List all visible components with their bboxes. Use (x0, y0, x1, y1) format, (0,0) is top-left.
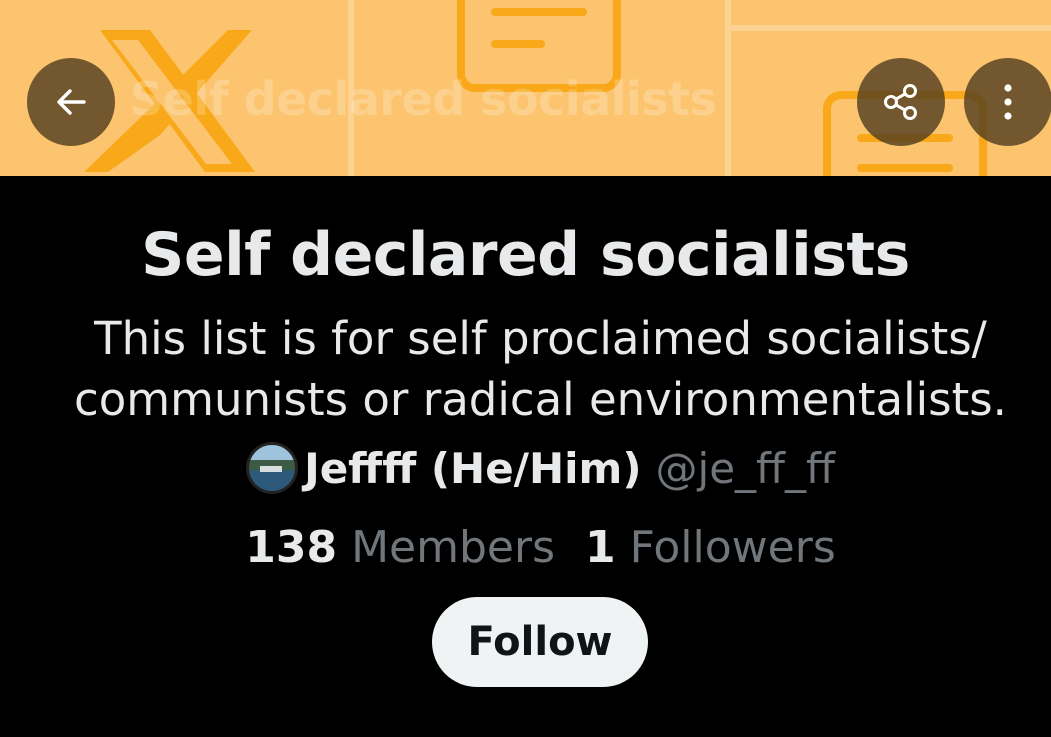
list-description: This list is for self proclaimed sociali… (0, 308, 1051, 430)
more-options-button[interactable] (964, 58, 1051, 146)
followers-stat[interactable]: 1 Followers (585, 522, 836, 573)
followers-count: 1 (585, 522, 616, 573)
profile-avatar (247, 443, 298, 493)
banner-ghost-title: Self declared socialists (130, 72, 717, 126)
list-banner: Self declared socialists (0, 0, 1051, 176)
owner-name[interactable]: Jeffff (He/Him) (304, 444, 641, 493)
list-owner[interactable]: Jeffff (He/Him) @je_ff_ff (0, 442, 1051, 494)
description-line-1: This list is for self proclaimed sociali… (94, 312, 987, 365)
back-button[interactable] (27, 58, 115, 146)
share-button[interactable] (857, 58, 945, 146)
list-stats: 138 Members 1 Followers (0, 522, 1051, 573)
description-line-2: communists or radical environmentalists. (74, 373, 1007, 426)
follow-button[interactable]: Follow (432, 597, 648, 687)
list-title: Self declared socialists (141, 220, 910, 290)
followers-label: Followers (629, 522, 836, 573)
share-icon (884, 84, 917, 120)
arrow-left-icon (57, 89, 86, 115)
owner-avatar[interactable] (246, 442, 299, 494)
members-label: Members (351, 522, 556, 573)
owner-handle[interactable]: @je_ff_ff (656, 444, 835, 493)
members-stat[interactable]: 138 Members (245, 522, 555, 573)
more-vertical-icon (1004, 84, 1012, 120)
members-count: 138 (245, 522, 338, 573)
